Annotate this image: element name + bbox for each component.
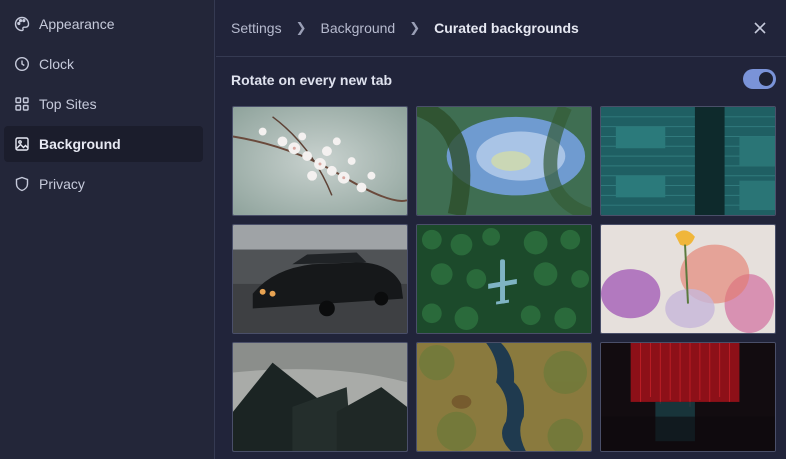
clock-icon bbox=[14, 56, 30, 72]
image-icon bbox=[14, 136, 30, 152]
swirl-sky-image bbox=[417, 107, 591, 215]
background-tile-dark-skyscrapers[interactable] bbox=[232, 342, 408, 452]
main-panel: Settings ❯ Background ❯ Curated backgrou… bbox=[216, 0, 786, 459]
grid-icon bbox=[14, 96, 30, 112]
background-tile-red-abstract[interactable] bbox=[600, 342, 776, 452]
rotate-setting: Rotate on every new tab bbox=[231, 68, 776, 92]
sidebar-item-label: Appearance bbox=[39, 16, 115, 32]
chevron-right-icon: ❯ bbox=[295, 20, 307, 35]
close-button[interactable] bbox=[748, 16, 772, 40]
close-icon bbox=[754, 22, 766, 34]
chevron-right-icon: ❯ bbox=[409, 20, 421, 35]
forest-airplane-image bbox=[417, 225, 591, 333]
background-tile-swirl-sky[interactable] bbox=[416, 106, 592, 216]
palette-icon bbox=[14, 16, 30, 32]
toggle-knob bbox=[759, 72, 773, 86]
aerial-lakes-image bbox=[417, 343, 591, 451]
dark-skyscrapers-image bbox=[233, 343, 407, 451]
teal-building-image bbox=[601, 107, 775, 215]
sidebar-item-top-sites[interactable]: Top Sites bbox=[4, 86, 203, 122]
sidebar-item-background[interactable]: Background bbox=[4, 126, 203, 162]
sidebar-item-label: Top Sites bbox=[39, 96, 97, 112]
background-tile-vintage-car[interactable] bbox=[232, 224, 408, 334]
background-tile-cherry-blossom[interactable] bbox=[232, 106, 408, 216]
breadcrumb-background[interactable]: Background bbox=[321, 20, 396, 36]
sidebar: Appearance Clock Top Sites Background Pr… bbox=[0, 0, 215, 459]
background-tile-flower-painting[interactable] bbox=[600, 224, 776, 334]
cherry-blossom-image bbox=[233, 107, 407, 215]
background-tile-forest-airplane[interactable] bbox=[416, 224, 592, 334]
background-tile-teal-building[interactable] bbox=[600, 106, 776, 216]
sidebar-item-appearance[interactable]: Appearance bbox=[4, 6, 203, 42]
sidebar-item-label: Privacy bbox=[39, 176, 85, 192]
flower-painting-image bbox=[601, 225, 775, 333]
header: Settings ❯ Background ❯ Curated backgrou… bbox=[216, 0, 786, 57]
sidebar-item-label: Clock bbox=[39, 56, 75, 72]
rotate-label: Rotate on every new tab bbox=[231, 72, 393, 88]
red-abstract-image bbox=[601, 343, 775, 451]
sidebar-item-label: Background bbox=[39, 136, 121, 152]
background-tile-aerial-lakes[interactable] bbox=[416, 342, 592, 452]
rotate-toggle[interactable] bbox=[743, 69, 776, 89]
breadcrumb-current: Curated backgrounds bbox=[434, 20, 579, 36]
shield-icon bbox=[14, 176, 30, 192]
sidebar-item-privacy[interactable]: Privacy bbox=[4, 166, 203, 202]
breadcrumb-settings[interactable]: Settings bbox=[231, 20, 282, 36]
sidebar-item-clock[interactable]: Clock bbox=[4, 46, 203, 82]
vintage-car-image bbox=[233, 225, 407, 333]
breadcrumb: Settings ❯ Background ❯ Curated backgrou… bbox=[231, 20, 579, 36]
